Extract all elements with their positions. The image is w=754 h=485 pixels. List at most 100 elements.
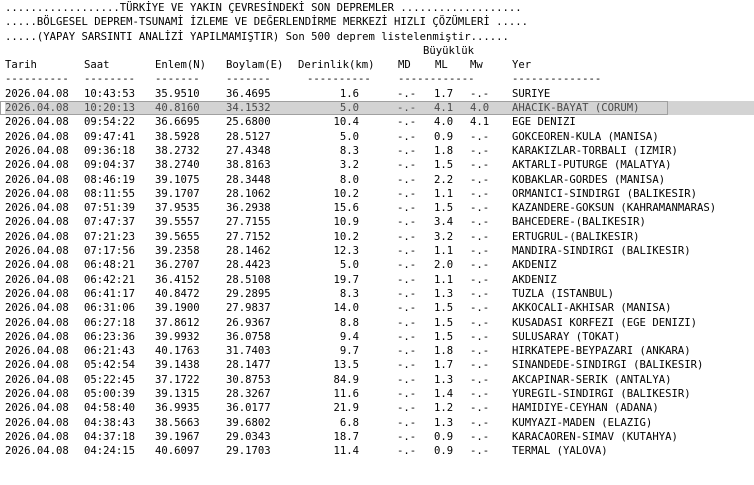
cell-depth: 5.0 bbox=[339, 259, 359, 272]
cell-depth: 12.3 bbox=[333, 245, 359, 258]
table-row[interactable]: 2026.04.08 05:22:45 37.1722 30.8753 84.9 -.- 1… bbox=[5, 373, 754, 387]
table-row[interactable]: 2026.04.08 06:23:36 39.9932 36.0758 9.4 -.- 1.… bbox=[5, 330, 754, 344]
cell-depth: 8.3 bbox=[339, 144, 359, 157]
cell-place: KAZANDERE-GOKSUN (KAHRAMANMARAS) bbox=[512, 202, 717, 215]
cell-md: -.- bbox=[397, 388, 417, 401]
cell-depth: 10.9 bbox=[333, 216, 359, 229]
cell-depth: 10.2 bbox=[333, 187, 359, 200]
cell-mw: -.- bbox=[470, 187, 490, 200]
cell-depth: 84.9 bbox=[333, 373, 359, 386]
table-row[interactable]: 2026.04.08 10:43:53 35.9510 36.4695 1.6 -.- 1.… bbox=[5, 87, 754, 101]
cell-mw: -.- bbox=[470, 259, 490, 272]
table-row[interactable]: 2026.04.08 04:58:40 36.9935 36.0177 21.9 -.- 1… bbox=[5, 401, 754, 415]
table-row[interactable]: 2026.04.08 10:20:13 40.8160 34.1532 5.0 -.- 4.… bbox=[0, 101, 754, 116]
cell-md: -.- bbox=[397, 173, 417, 186]
table-row[interactable]: 2026.04.08 07:47:37 39.5557 27.7155 10.9 -.- 3… bbox=[5, 215, 754, 229]
cell-place: KUMYAZI-MADEN (ELAZIG) bbox=[512, 416, 653, 429]
cell-md: -.- bbox=[397, 259, 417, 272]
table-row[interactable]: 2026.04.08 04:37:18 39.1967 29.0343 18.7 -.- 0… bbox=[5, 430, 754, 444]
table-row[interactable]: 2026.04.08 04:24:15 40.6097 29.1703 11.4 -.- 0… bbox=[5, 444, 754, 458]
cell-depth: 3.2 bbox=[339, 159, 359, 172]
cell-place: AKKOCALI-AKHISAR (MANISA) bbox=[512, 302, 672, 315]
cell-depth: 9.7 bbox=[339, 345, 359, 358]
cell-place: KARAKIZLAR-TORBALI (IZMIR) bbox=[512, 144, 678, 157]
cell-mw: -.- bbox=[470, 345, 490, 358]
column-separator-row: ---------- -------- ------- ------- ----… bbox=[5, 72, 754, 86]
column-header-place: Yer bbox=[512, 59, 532, 72]
cell-place: YUREGIL-SINDIRGI (BALIKESIR) bbox=[512, 388, 691, 401]
table-row[interactable]: 2026.04.08 06:48:21 36.2707 28.4423 5.0 -.- 2.… bbox=[5, 258, 754, 272]
cell-ml: 1.8 bbox=[434, 345, 454, 358]
cell-place: HIRKATEPE-BEYPAZARI (ANKARA) bbox=[512, 345, 691, 358]
cell-ml: 1.5 bbox=[434, 330, 454, 343]
cell-ml: 0.9 bbox=[434, 445, 454, 458]
table-row[interactable]: 2026.04.08 09:36:18 38.2732 27.4348 8.3 -.- 1.… bbox=[5, 144, 754, 158]
cell-depth: 21.9 bbox=[333, 402, 359, 415]
table-row[interactable]: 2026.04.08 06:41:17 40.8472 29.2895 8.3 -.- 1.… bbox=[5, 287, 754, 301]
table-row[interactable]: 2026.04.08 05:42:54 39.1438 28.1477 13.5 -.- 1… bbox=[5, 358, 754, 372]
cell-mw: -.- bbox=[470, 159, 490, 172]
cell-mw: -.- bbox=[470, 330, 490, 343]
table-row[interactable]: 2026.04.08 06:31:06 39.1900 27.9837 14.0 -.- 1… bbox=[5, 301, 754, 315]
cell-md: -.- bbox=[397, 316, 417, 329]
cell-depth: 15.6 bbox=[333, 202, 359, 215]
table-row[interactable]: 2026.04.08 09:54:22 36.6695 25.6800 10.4 -.- 4… bbox=[5, 115, 754, 129]
cell-ml: 1.4 bbox=[434, 388, 454, 401]
table-row[interactable]: 2026.04.08 06:42:21 36.4152 28.5108 19.7 -.- 1… bbox=[5, 273, 754, 287]
cell-md: -.- bbox=[397, 345, 417, 358]
cell-mw: -.- bbox=[470, 202, 490, 215]
cell-ml: 3.2 bbox=[434, 230, 454, 243]
table-row[interactable]: 2026.04.08 08:11:55 39.1707 28.1062 10.2 -.- 1… bbox=[5, 187, 754, 201]
cell-depth: 10.2 bbox=[333, 230, 359, 243]
cell-place: TERMAL (YALOVA) bbox=[512, 445, 608, 458]
cell-place: KOBAKLAR-GORDES (MANISA) bbox=[512, 173, 666, 186]
cell-md: -.- bbox=[397, 445, 417, 458]
cell-depth: 9.4 bbox=[339, 330, 359, 343]
cell-md: -.- bbox=[397, 116, 417, 129]
separator-time: -------- bbox=[84, 73, 136, 86]
separator-latitude: ------- bbox=[155, 73, 200, 86]
cell-md: -.- bbox=[397, 102, 417, 115]
cell-ml: 1.3 bbox=[434, 287, 454, 300]
separator-magnitudes: ------------ bbox=[398, 73, 475, 86]
magnitude-group-header: Büyüklük bbox=[5, 44, 754, 58]
cell-place: ERTUGRUL-(BALIKESIR) bbox=[512, 230, 640, 243]
cell-depth: 14.0 bbox=[333, 302, 359, 315]
cell-md: -.- bbox=[397, 416, 417, 429]
table-row[interactable]: 2026.04.08 08:46:19 39.1075 28.3448 8.0 -.- 2.… bbox=[5, 173, 754, 187]
title-line-3: .....(YAPAY SARSINTI ANALİZİ YAPILMAMIŞT… bbox=[5, 30, 509, 43]
table-row[interactable]: 2026.04.08 05:00:39 39.1315 28.3267 11.6 -.- 1… bbox=[5, 387, 754, 401]
cell-mw: -.- bbox=[470, 245, 490, 258]
cell-ml: 1.5 bbox=[434, 159, 454, 172]
table-row[interactable]: 2026.04.08 06:21:43 40.1763 31.7403 9.7 -.- 1.… bbox=[5, 344, 754, 358]
cell-md: -.- bbox=[397, 359, 417, 372]
table-row[interactable]: 2026.04.08 06:27:18 37.8612 26.9367 8.8 -.- 1.… bbox=[5, 316, 754, 330]
cell-ml: 4.1 bbox=[434, 102, 454, 115]
cell-md: -.- bbox=[397, 159, 417, 172]
cell-depth: 11.6 bbox=[333, 388, 359, 401]
cell-ml: 1.1 bbox=[434, 187, 454, 200]
cell-place: AHACIK-BAYAT (CORUM) bbox=[512, 102, 640, 115]
cell-md: -.- bbox=[397, 216, 417, 229]
cell-place: EGE DENIZI bbox=[512, 116, 576, 129]
cell-depth: 6.8 bbox=[339, 416, 359, 429]
table-row[interactable]: 2026.04.08 07:51:39 37.9535 36.2938 15.6 -.- 1… bbox=[5, 201, 754, 215]
cell-md: -.- bbox=[397, 230, 417, 243]
cell-mw: -.- bbox=[470, 144, 490, 157]
table-row[interactable]: 2026.04.08 07:21:23 39.5655 27.7152 10.2 -.- 3… bbox=[5, 230, 754, 244]
table-row[interactable]: 2026.04.08 09:47:41 38.5928 28.5127 5.0 -.- 0.… bbox=[5, 130, 754, 144]
table-row[interactable]: 2026.04.08 07:17:56 39.2358 28.1462 12.3 -.- 1… bbox=[5, 244, 754, 258]
cell-place: ORMANICI-SINDIRGI (BALIKESIR) bbox=[512, 187, 697, 200]
separator-place: -------------- bbox=[512, 73, 602, 86]
cell-md: -.- bbox=[397, 273, 417, 286]
cell-ml: 3.4 bbox=[434, 216, 454, 229]
column-header-md: MD bbox=[398, 59, 411, 72]
column-header-mw: Mw bbox=[470, 59, 483, 72]
cell-depth: 8.3 bbox=[339, 287, 359, 300]
cell-place: MANDIRA-SINDIRGI (BALIKESIR) bbox=[512, 245, 691, 258]
cell-ml: 1.5 bbox=[434, 302, 454, 315]
earthquake-table-body: 2026.04.08 10:43:53 35.9510 36.4695 1.6 -.- 1.… bbox=[0, 87, 754, 459]
table-row[interactable]: 2026.04.08 09:04:37 38.2740 38.8163 3.2 -.- 1.… bbox=[5, 158, 754, 172]
table-row[interactable]: 2026.04.08 04:38:43 38.5663 39.6802 6.8 -.- 1.… bbox=[5, 416, 754, 430]
cell-md: -.- bbox=[397, 187, 417, 200]
